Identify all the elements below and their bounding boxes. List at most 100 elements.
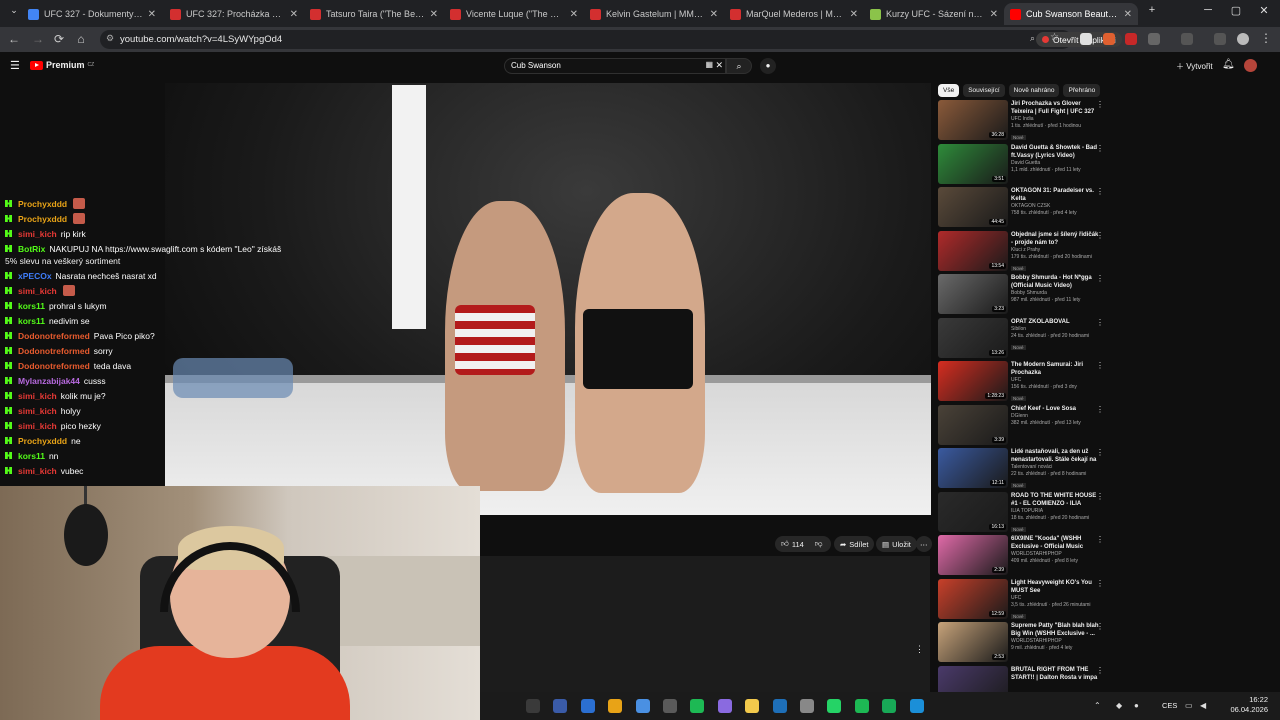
chat-username[interactable]: kors11: [18, 451, 45, 461]
clear-search-icon[interactable]: ✕: [715, 60, 723, 71]
reload-icon[interactable]: ⟳: [51, 32, 67, 46]
tab-close-icon[interactable]: ✕: [1124, 9, 1132, 20]
video-thumbnail[interactable]: 3:23: [938, 274, 1008, 314]
back-icon[interactable]: ←: [6, 32, 22, 46]
chat-username[interactable]: Dodonotreformed: [18, 346, 90, 356]
video-title[interactable]: Bobby Shmurda - Hot N*gga (Official Musi…: [1011, 274, 1099, 290]
downloads-icon[interactable]: [1214, 33, 1226, 45]
menu-icon[interactable]: ☰: [10, 59, 20, 72]
recommended-video[interactable]: 36:28 Jiri Prochazka vs Glover Teixeira |…: [938, 100, 1110, 144]
youtube-logo[interactable]: Premium CZ: [30, 60, 94, 70]
video-title[interactable]: 6IX9INE "Kooda" (WSHH Exclusive - Offici…: [1011, 535, 1099, 551]
minimize-button[interactable]: ─: [1198, 4, 1218, 16]
taskbar-app-icon[interactable]: [553, 699, 568, 713]
extension-icon[interactable]: [1080, 33, 1092, 45]
share-button[interactable]: ➦ Sdílet: [834, 536, 875, 552]
video-menu-icon[interactable]: ⋮: [1096, 144, 1104, 153]
recommended-video[interactable]: 3:39 Chief Keef - Love Sosa DGlenn 382 mil.…: [938, 404, 1110, 449]
volume-icon[interactable]: ◀: [1200, 701, 1206, 710]
browser-tab[interactable]: UFC 327 - Dokumenty Goog ✕: [22, 3, 162, 25]
account-avatar[interactable]: [1244, 59, 1257, 72]
recommended-video[interactable]: 3:23 Bobby Shmurda - Hot N*gga (Official …: [938, 274, 1110, 318]
extension-icon[interactable]: [1103, 33, 1115, 45]
tab-close-icon[interactable]: ✕: [850, 9, 858, 20]
keyboard-language[interactable]: CES: [1162, 701, 1177, 710]
search-taskbar-icon[interactable]: [526, 699, 540, 713]
taskbar-app-icon[interactable]: [827, 699, 842, 713]
taskbar-app-icon[interactable]: [635, 699, 650, 713]
taskbar-app-icon[interactable]: [608, 699, 623, 713]
bookmark-star-icon[interactable]: ☆: [1050, 32, 1059, 43]
sidebar-icon[interactable]: [1181, 33, 1193, 45]
video-thumbnail[interactable]: 36:28: [938, 100, 1008, 140]
taskbar-app-icon[interactable]: [717, 699, 732, 713]
browser-tab[interactable]: Cub Swanson Beautiful Deat ✕: [1004, 3, 1138, 25]
site-info-icon[interactable]: ⚙: [106, 33, 114, 44]
video-menu-icon[interactable]: ⋮: [1096, 405, 1104, 414]
taskbar-app-icon[interactable]: [800, 699, 814, 713]
channel-name[interactable]: David Guetta: [1011, 160, 1099, 167]
browser-tab[interactable]: MarQuel Mederos | MMA Fi ✕: [724, 3, 864, 25]
video-title[interactable]: Supreme Patty "Blah blah blah Big Win (W…: [1011, 622, 1099, 638]
taskbar-app-icon[interactable]: [909, 699, 924, 713]
recommended-video[interactable]: 12:59 Light Heavyweight KO's You MUST See…: [938, 578, 1110, 623]
video-menu-icon[interactable]: ⋮: [1096, 492, 1104, 501]
video-thumbnail[interactable]: 2:39: [938, 535, 1008, 575]
video-title[interactable]: OKTAGON 31: Paradeiser vs. Kelta: [1011, 187, 1099, 203]
recommended-video[interactable]: 12:11 Lidé nastaňovali, za den už nenasta…: [938, 448, 1110, 492]
video-title[interactable]: ROAD TO THE WHITE HOUSE #1 - EL COMIENZO…: [1011, 492, 1099, 508]
channel-name[interactable]: Bobby Shmurda: [1011, 290, 1099, 297]
chat-username[interactable]: Prochyxddd: [18, 199, 67, 209]
chat-username[interactable]: simi_kich: [18, 421, 57, 431]
video-thumbnail[interactable]: 1:28:23: [938, 361, 1008, 401]
video-menu-icon[interactable]: ⋮: [1096, 448, 1104, 457]
system-clock[interactable]: 16:22 06.04.2026: [1230, 695, 1268, 715]
video-thumbnail[interactable]: 13:26: [938, 317, 1008, 358]
video-menu-icon[interactable]: ⋮: [1096, 666, 1104, 675]
tab-close-icon[interactable]: ✕: [990, 9, 998, 20]
chat-username[interactable]: Mylanzabijak44: [18, 376, 80, 386]
voice-search-button[interactable]: ●: [760, 58, 776, 74]
recommended-video[interactable]: 13:26 OPAT ZKOLABOVAL Sibilon 24 tis. zhléd…: [938, 317, 1110, 362]
channel-name[interactable]: UFC: [1011, 377, 1099, 384]
recommended-video[interactable]: 2:53 Supreme Patty "Blah blah blah Big Wi…: [938, 622, 1110, 666]
filter-chip[interactable]: Související: [963, 84, 1005, 97]
recommended-video[interactable]: 13:54 Objednal jsme si šílený řidičák - p…: [938, 230, 1110, 275]
network-icon[interactable]: ▭: [1185, 701, 1193, 710]
browser-tab[interactable]: Kelvin Gastelum | MMA Figh ✕: [584, 3, 724, 25]
tab-search-icon[interactable]: ⌄: [4, 5, 24, 16]
video-menu-icon[interactable]: ⋮: [1096, 361, 1104, 370]
chat-username[interactable]: Prochyxddd: [18, 436, 67, 446]
channel-name[interactable]: OKTAGON CZSK: [1011, 203, 1099, 210]
video-menu-icon[interactable]: ⋮: [1096, 187, 1104, 196]
video-title[interactable]: Light Heavyweight KO's You MUST See: [1011, 579, 1099, 595]
home-icon[interactable]: ⌂: [73, 32, 89, 46]
video-thumbnail[interactable]: 16:13: [938, 491, 1008, 532]
channel-name[interactable]: WORLDSTARHIPHOP: [1011, 551, 1099, 558]
video-thumbnail[interactable]: 3:39: [938, 404, 1008, 445]
video-title[interactable]: Objednal jsme si šílený řidičák - projde…: [1011, 231, 1099, 247]
video-title[interactable]: Chief Keef - Love Sosa: [1011, 405, 1099, 413]
recommended-video[interactable]: 1:28:23 The Modern Samurai: Jiri Prochazk…: [938, 361, 1110, 405]
chat-username[interactable]: simi_kich: [18, 286, 57, 296]
video-menu-icon[interactable]: ⋮: [1096, 535, 1104, 544]
url-box[interactable]: ⚙ youtube.com/watch?v=4LSyWYpgOd4 Otevří…: [100, 30, 1122, 49]
recommended-video[interactable]: 16:13 ROAD TO THE WHITE HOUSE #1 - EL COM…: [938, 491, 1110, 536]
chat-username[interactable]: simi_kich: [18, 391, 57, 401]
notifications-bell-icon[interactable]: 🔔︎: [1222, 59, 1235, 70]
video-thumbnail[interactable]: 12:11: [938, 448, 1008, 488]
video-thumbnail[interactable]: 2:53: [938, 622, 1008, 662]
url-text[interactable]: youtube.com/watch?v=4LSyWYpgOd4: [120, 34, 282, 45]
video-title[interactable]: OPAT ZKOLABOVAL: [1011, 318, 1099, 326]
channel-name[interactable]: DGlenn: [1011, 413, 1099, 420]
taskbar-app-icon[interactable]: [772, 699, 787, 713]
microphone-tray-icon[interactable]: ●: [1134, 701, 1139, 710]
tray-overflow-icon[interactable]: ⌃: [1094, 701, 1101, 710]
chat-username[interactable]: kors11: [18, 301, 45, 311]
recommended-video[interactable]: 3:51 David Guetta & Showtek - Bad ft.Vass…: [938, 143, 1110, 188]
video-thumbnail[interactable]: 12:59: [938, 578, 1008, 619]
search-button[interactable]: ⌕: [726, 58, 752, 74]
video-thumbnail[interactable]: 3:51: [938, 143, 1008, 184]
video-description-box[interactable]: ⋮: [480, 556, 930, 704]
forward-icon[interactable]: →: [30, 32, 46, 46]
